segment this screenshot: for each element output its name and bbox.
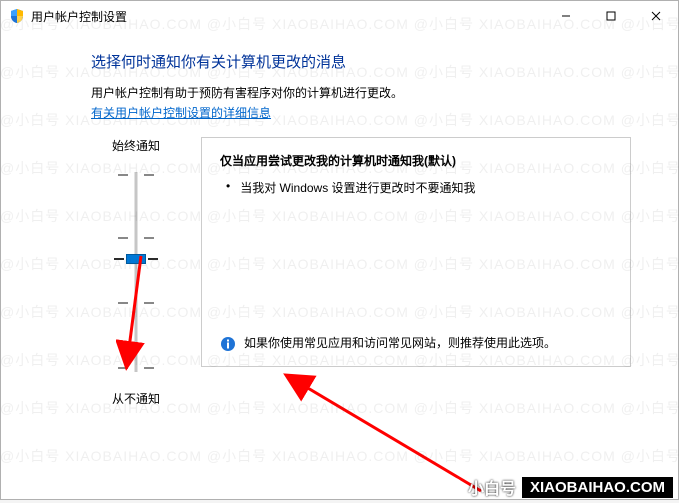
info-recommendation-text: 如果你使用常见应用和访问常见网站，则推荐使用此选项。: [244, 334, 556, 352]
info-top: 仅当应用尝试更改我的计算机时通知我(默认) • 当我对 Windows 设置进行…: [220, 152, 612, 196]
window-controls: [543, 2, 678, 30]
info-panel-title: 仅当应用尝试更改我的计算机时通知我(默认): [220, 152, 612, 169]
notification-slider[interactable]: [116, 162, 156, 382]
page-heading: 选择何时通知你有关计算机更改的消息: [91, 51, 638, 72]
slider-tick: [118, 367, 154, 368]
info-icon: [220, 336, 236, 352]
info-recommendation: 如果你使用常见应用和访问常见网站，则推荐使用此选项。: [220, 334, 612, 352]
maximize-button[interactable]: [588, 2, 633, 30]
slider-thumb-mark: [148, 258, 158, 260]
uac-details-link[interactable]: 有关用户帐户控制设置的详细信息: [91, 106, 271, 120]
slider-column: 始终通知 从不通知: [91, 137, 181, 407]
slider-tick: [118, 237, 154, 238]
slider-thumb[interactable]: [126, 254, 146, 264]
uac-settings-window: 用户帐户控制设置 选择何时通知你有关计算机更改的消息 用户帐户控制有助于预防有害…: [0, 0, 679, 500]
slider-area: 始终通知 从不通知 仅当应用尝试更改我的计算机时通知我(默认): [91, 137, 638, 407]
close-button[interactable]: [633, 2, 678, 30]
info-bullet-row: • 当我对 Windows 设置进行更改时不要通知我: [226, 179, 612, 196]
slider-track: [135, 172, 138, 372]
info-bullet-text: 当我对 Windows 设置进行更改时不要通知我: [240, 179, 475, 196]
minimize-button[interactable]: [543, 2, 588, 30]
slider-label-always: 始终通知: [112, 137, 160, 154]
brand-logo-icon: [444, 477, 464, 497]
brand-url: XIAOBAIHAO.COM: [522, 477, 673, 498]
slider-label-never: 从不通知: [112, 390, 160, 407]
info-panel: 仅当应用尝试更改我的计算机时通知我(默认) • 当我对 Windows 设置进行…: [201, 137, 631, 367]
slider-tick: [118, 174, 154, 175]
slider-tick: [118, 302, 154, 303]
page-description: 用户帐户控制有助于预防有害程序对你的计算机进行更改。: [91, 84, 638, 101]
window-title: 用户帐户控制设置: [31, 8, 543, 25]
bullet-icon: •: [226, 179, 230, 193]
brand-watermark: 小白号 XIAOBAIHAO.COM: [444, 475, 673, 499]
titlebar: 用户帐户控制设置: [1, 1, 678, 31]
content-area: 选择何时通知你有关计算机更改的消息 用户帐户控制有助于预防有害程序对你的计算机进…: [1, 31, 678, 417]
slider-thumb-mark: [114, 258, 124, 260]
shield-icon: [9, 8, 25, 24]
brand-name-cn: 小白号: [468, 475, 516, 499]
